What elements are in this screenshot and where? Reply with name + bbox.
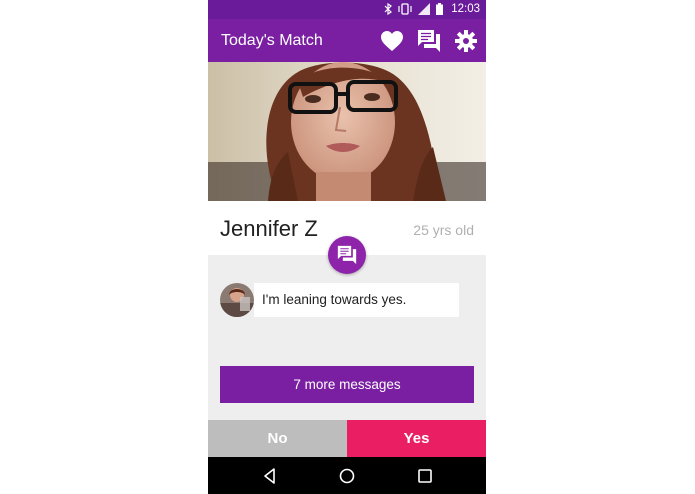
signal-icon [418, 3, 431, 15]
battery-icon [436, 3, 444, 15]
back-button[interactable] [261, 467, 279, 485]
app-bar-actions [380, 29, 478, 53]
message-text: I'm leaning towards yes. [254, 283, 459, 317]
back-icon [264, 468, 275, 484]
chat-fab-button[interactable] [328, 236, 366, 274]
yes-button[interactable]: Yes [347, 420, 486, 457]
page-title: Today's Match [221, 32, 323, 49]
status-icons: 12:03 [384, 3, 480, 15]
favorites-button[interactable] [380, 29, 404, 53]
more-messages-button[interactable]: 7 more messages [220, 366, 474, 403]
profile-photo [208, 62, 486, 201]
messages-button[interactable] [417, 29, 441, 53]
status-bar: 12:03 [208, 0, 486, 19]
app-bar: Today's Match [208, 19, 486, 62]
settings-icon [455, 30, 477, 52]
chat-icon [418, 30, 440, 52]
avatar [220, 283, 254, 317]
heart-icon [381, 31, 403, 51]
phone-screen: 12:03 Today's Match Jennifer Z 25 yrs ol… [208, 0, 486, 494]
vibrate-icon [398, 3, 412, 15]
status-time: 12:03 [451, 3, 480, 15]
chat-icon [337, 245, 357, 265]
home-icon [339, 468, 355, 484]
bluetooth-icon [384, 3, 393, 15]
recents-button[interactable] [416, 467, 434, 485]
navigation-bar [208, 457, 486, 494]
home-button[interactable] [338, 467, 356, 485]
profile-name: Jennifer Z [220, 216, 318, 241]
message-item[interactable]: I'm leaning towards yes. [220, 283, 459, 317]
recents-icon [418, 469, 432, 483]
settings-button[interactable] [454, 29, 478, 53]
no-button[interactable]: No [208, 420, 347, 457]
profile-age: 25 yrs old [413, 222, 474, 238]
